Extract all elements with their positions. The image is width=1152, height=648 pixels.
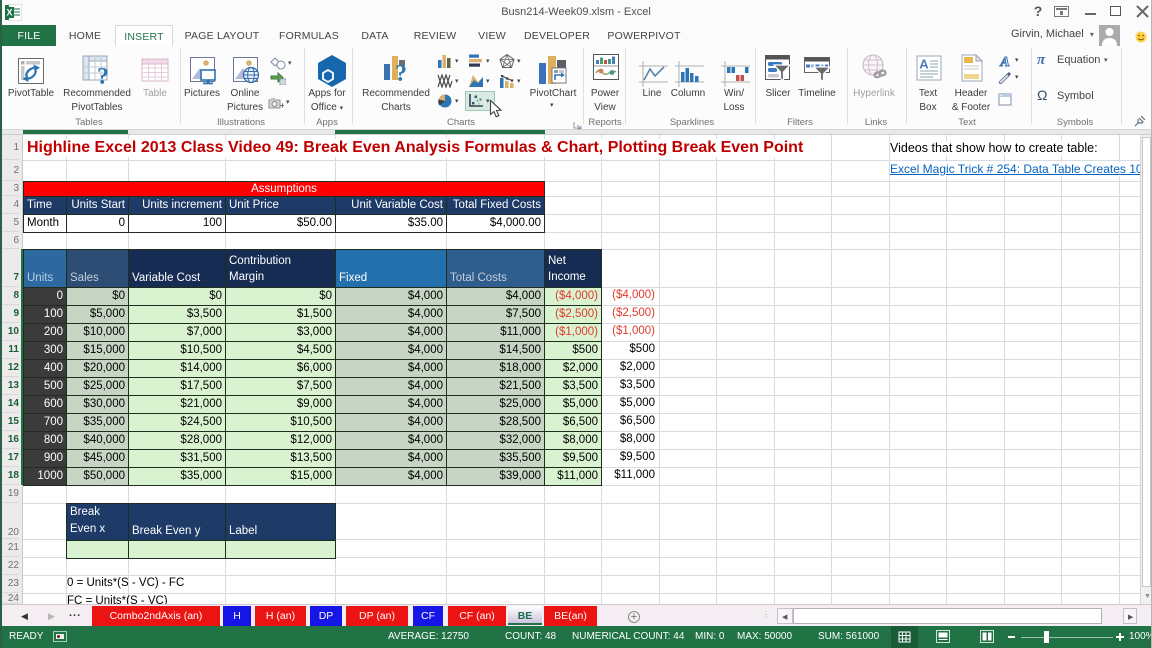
svg-text:A: A bbox=[919, 57, 929, 72]
svg-text:A: A bbox=[999, 55, 1009, 67]
svg-text:?: ? bbox=[395, 61, 407, 85]
svg-text:?: ? bbox=[97, 64, 109, 87]
